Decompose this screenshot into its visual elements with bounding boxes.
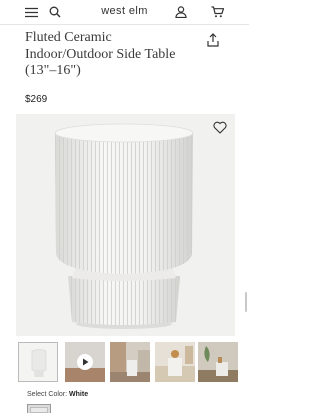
- color-selection-label: Select Color: White: [27, 391, 88, 398]
- page-scrollbar[interactable]: [245, 292, 247, 312]
- thumbnail-room-scene-2[interactable]: [155, 342, 195, 382]
- color-value: White: [69, 391, 89, 398]
- color-swatch-white[interactable]: [27, 404, 51, 413]
- thumbnail-video[interactable]: [65, 342, 105, 382]
- fluted-side-table-illustration: [54, 123, 194, 329]
- product-main-image[interactable]: [16, 114, 235, 336]
- favorite-heart-icon[interactable]: [213, 121, 229, 135]
- top-navigation-bar: west elm: [0, 0, 249, 24]
- cart-icon[interactable]: [208, 3, 226, 21]
- image-thumbnail-strip: [18, 342, 249, 386]
- share-icon[interactable]: [206, 33, 220, 47]
- swatch-fill: [30, 407, 48, 413]
- product-title: Fluted Ceramic Indoor/Outdoor Side Table…: [25, 30, 200, 80]
- product-title-line: (13"–16"): [25, 63, 81, 78]
- product-title-line: Fluted Ceramic: [25, 30, 112, 45]
- thumbnail-room-scene-1[interactable]: [110, 342, 150, 382]
- product-title-line: Indoor/Outdoor Side Table: [25, 46, 176, 62]
- thumbnail-side-table[interactable]: [18, 342, 58, 382]
- header-divider: [0, 24, 249, 25]
- user-icon[interactable]: [172, 3, 190, 21]
- thumbnail-room-scene-3[interactable]: [198, 342, 238, 382]
- product-price: $269: [25, 94, 48, 105]
- color-label: Select Color:: [27, 391, 68, 398]
